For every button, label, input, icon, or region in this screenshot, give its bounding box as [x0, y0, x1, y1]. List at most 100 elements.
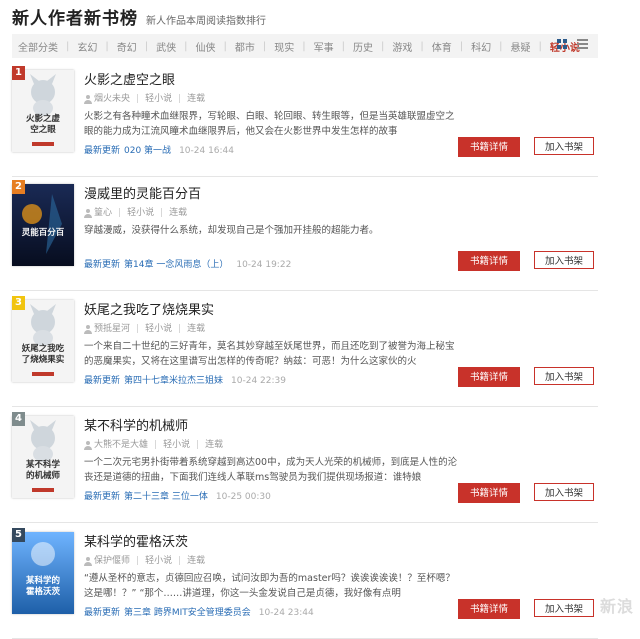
list-view-icon[interactable] [577, 39, 588, 49]
tab-separator: | [144, 40, 149, 52]
tab-item[interactable]: 历史 [353, 39, 373, 54]
book-meta: 烟火未央 | 轻小说 | 连载 [84, 93, 460, 105]
author-icon [84, 324, 92, 334]
rank-badge: 3 [12, 296, 25, 310]
tab-item[interactable]: 体育 [432, 39, 452, 54]
book-author[interactable]: 预抵星河 [94, 323, 130, 335]
tab-item[interactable]: 全部分类 [18, 39, 58, 54]
add-to-shelf-button[interactable]: 加入书架 [534, 367, 594, 385]
book-cover[interactable]: 某不科学 的机械师 [12, 416, 74, 498]
tab-item[interactable]: 都市 [235, 39, 255, 54]
tab-item[interactable]: 武侠 [156, 39, 176, 54]
cover-title: 某不科学 的机械师 [25, 460, 60, 481]
latest-update: 最新更新 第二十三章 三位一体 10-25 00:30 [84, 491, 460, 503]
tab-separator: | [105, 40, 109, 52]
cover-title: 火影之虚 空之眼 [25, 114, 60, 135]
tab-separator: | [420, 40, 424, 52]
book-title[interactable]: 某不科学的机械师 [84, 418, 460, 436]
book-author[interactable]: 保护偃师 [94, 555, 130, 567]
book-genre[interactable]: 轻小说 [145, 555, 172, 567]
book-meta: 保护偃师 | 轻小说 | 连载 [84, 555, 460, 567]
add-to-shelf-button[interactable]: 加入书架 [534, 251, 594, 269]
book-meta: 预抵星河 | 轻小说 | 连载 [84, 323, 460, 335]
book-title[interactable]: 漫威里的灵能百分百 [84, 186, 460, 204]
book-cover[interactable]: 某科学的 霍格沃茨 [12, 532, 74, 614]
latest-chapter-link[interactable]: 第四十七章米拉杰三姐妹 [124, 375, 223, 387]
book-meta: 大熊不是大雄 | 轻小说 | 连载 [84, 439, 460, 451]
tab-item[interactable]: 现实 [274, 39, 294, 54]
category-tabs: 全部分类 | 玄幻 | 奇幻 | 武侠 | 仙侠 | 都市 | 现实 | 军事 | 历史 | 游戏 | 体育 | 科幻 | 悬疑… [12, 34, 598, 58]
book-detail-button[interactable]: 书籍详情 [458, 137, 520, 157]
update-time: 10-24 19:22 [236, 260, 292, 270]
book-row: 火影之虚 空之眼 1 火影之虚空之眼 烟火未央 | 轻小说 | 连载 火影之有各… [12, 64, 598, 177]
book-description: “遵从圣杯的意志，贞德回应召唤，试问汝即为吾的master吗？诶诶诶诶诶！？至杯… [84, 573, 455, 599]
tab-separator: | [184, 40, 188, 52]
book-genre[interactable]: 轻小说 [145, 93, 172, 105]
book-detail-button[interactable]: 书籍详情 [458, 367, 520, 387]
latest-update: 最新更新 020 第一战 10-24 16:44 [84, 145, 460, 157]
tab-separator: | [66, 40, 70, 52]
book-info: 某科学的霍格沃茨 保护偃师 | 轻小说 | 连载 “遵从圣杯的意志，贞德回应召唤… [84, 534, 460, 619]
book-row: 灵能百分百 2 漫威里的灵能百分百 篁心 | 轻小说 | 连载 穿越漫威，没获得… [12, 178, 598, 291]
rank-badge: 5 [12, 528, 25, 542]
book-title[interactable]: 妖尾之我吃了烧烧果实 [84, 302, 460, 320]
latest-chapter-link[interactable]: 第二十三章 三位一体 [124, 491, 208, 503]
book-detail-button[interactable]: 书籍详情 [458, 483, 520, 503]
book-cover[interactable]: 火影之虚 空之眼 [12, 70, 74, 152]
book-title[interactable]: 火影之虚空之眼 [84, 72, 460, 90]
tab-separator: | [302, 40, 306, 52]
update-label[interactable]: 最新更新 [84, 259, 120, 271]
add-to-shelf-button[interactable]: 加入书架 [534, 137, 594, 155]
book-genre[interactable]: 轻小说 [127, 207, 154, 219]
book-genre[interactable]: 轻小说 [145, 323, 172, 335]
update-label[interactable]: 最新更新 [84, 375, 120, 387]
book-title[interactable]: 某科学的霍格沃茨 [84, 534, 460, 552]
book-info: 某不科学的机械师 大熊不是大雄 | 轻小说 | 连载 一个二次元宅男扑街带着系统… [84, 418, 460, 503]
tab-item[interactable]: 玄幻 [77, 39, 97, 54]
book-cover[interactable]: 灵能百分百 [12, 184, 74, 266]
book-description: 穿越漫威，没获得什么系统，却发现自己是个强加开挂般的超能力者。 [84, 225, 379, 236]
watermark: 新浪 [599, 597, 634, 616]
book-meta: 篁心 | 轻小说 | 连载 [84, 207, 460, 219]
tab-separator: | [223, 40, 227, 52]
grid-view-icon[interactable] [557, 39, 567, 49]
book-detail-button[interactable]: 书籍详情 [458, 251, 520, 271]
tab-separator: | [538, 40, 542, 52]
tab-item[interactable]: 游戏 [392, 39, 412, 54]
cover-title: 灵能百分百 [21, 228, 65, 238]
add-to-shelf-button[interactable]: 加入书架 [534, 483, 594, 501]
cover-title: 妖尾之我吃 了烧烧果实 [21, 344, 65, 365]
tab-item[interactable]: 科幻 [471, 39, 491, 54]
book-author[interactable]: 大熊不是大雄 [94, 439, 148, 451]
update-label[interactable]: 最新更新 [84, 145, 120, 157]
cover-illustration [12, 416, 74, 498]
book-cover[interactable]: 妖尾之我吃 了烧烧果实 [12, 300, 74, 382]
cover-illustration [12, 300, 74, 382]
update-label[interactable]: 最新更新 [84, 491, 120, 503]
update-label[interactable]: 最新更新 [84, 607, 120, 619]
latest-update: 最新更新 第四十七章米拉杰三姐妹 10-24 22:39 [84, 375, 460, 387]
book-author[interactable]: 篁心 [94, 207, 112, 219]
rank-badge: 1 [12, 66, 25, 80]
tab-item[interactable]: 悬疑 [511, 39, 531, 54]
page-header: 新人作者新书榜 新人作品本周阅读指数排行 [12, 4, 266, 30]
book-author[interactable]: 烟火未央 [94, 93, 130, 105]
tab-separator: | [262, 40, 267, 52]
latest-chapter-link[interactable]: 020 第一战 [124, 145, 171, 157]
tab-item[interactable]: 奇幻 [117, 39, 137, 54]
author-icon [84, 208, 92, 218]
tab-separator: | [341, 40, 345, 52]
book-status: 连载 [187, 324, 206, 334]
book-detail-button[interactable]: 书籍详情 [458, 599, 520, 619]
rank-badge: 4 [12, 412, 25, 426]
cover-illustration [12, 532, 74, 614]
author-icon [84, 440, 92, 450]
book-genre[interactable]: 轻小说 [163, 439, 190, 451]
page-subtitle: 新人作品本周阅读指数排行 [146, 16, 266, 27]
add-to-shelf-button[interactable]: 加入书架 [534, 599, 594, 617]
latest-chapter-link[interactable]: 第14章 一念风雨息（上） [124, 259, 228, 271]
latest-chapter-link[interactable]: 第三章 跨界MIT安全管理委员会 [124, 607, 251, 619]
book-info: 火影之虚空之眼 烟火未央 | 轻小说 | 连载 火影之有各种瞳术血继限界，写轮眼… [84, 72, 460, 157]
tab-item[interactable]: 仙侠 [196, 39, 216, 54]
tab-item[interactable]: 军事 [314, 39, 334, 54]
